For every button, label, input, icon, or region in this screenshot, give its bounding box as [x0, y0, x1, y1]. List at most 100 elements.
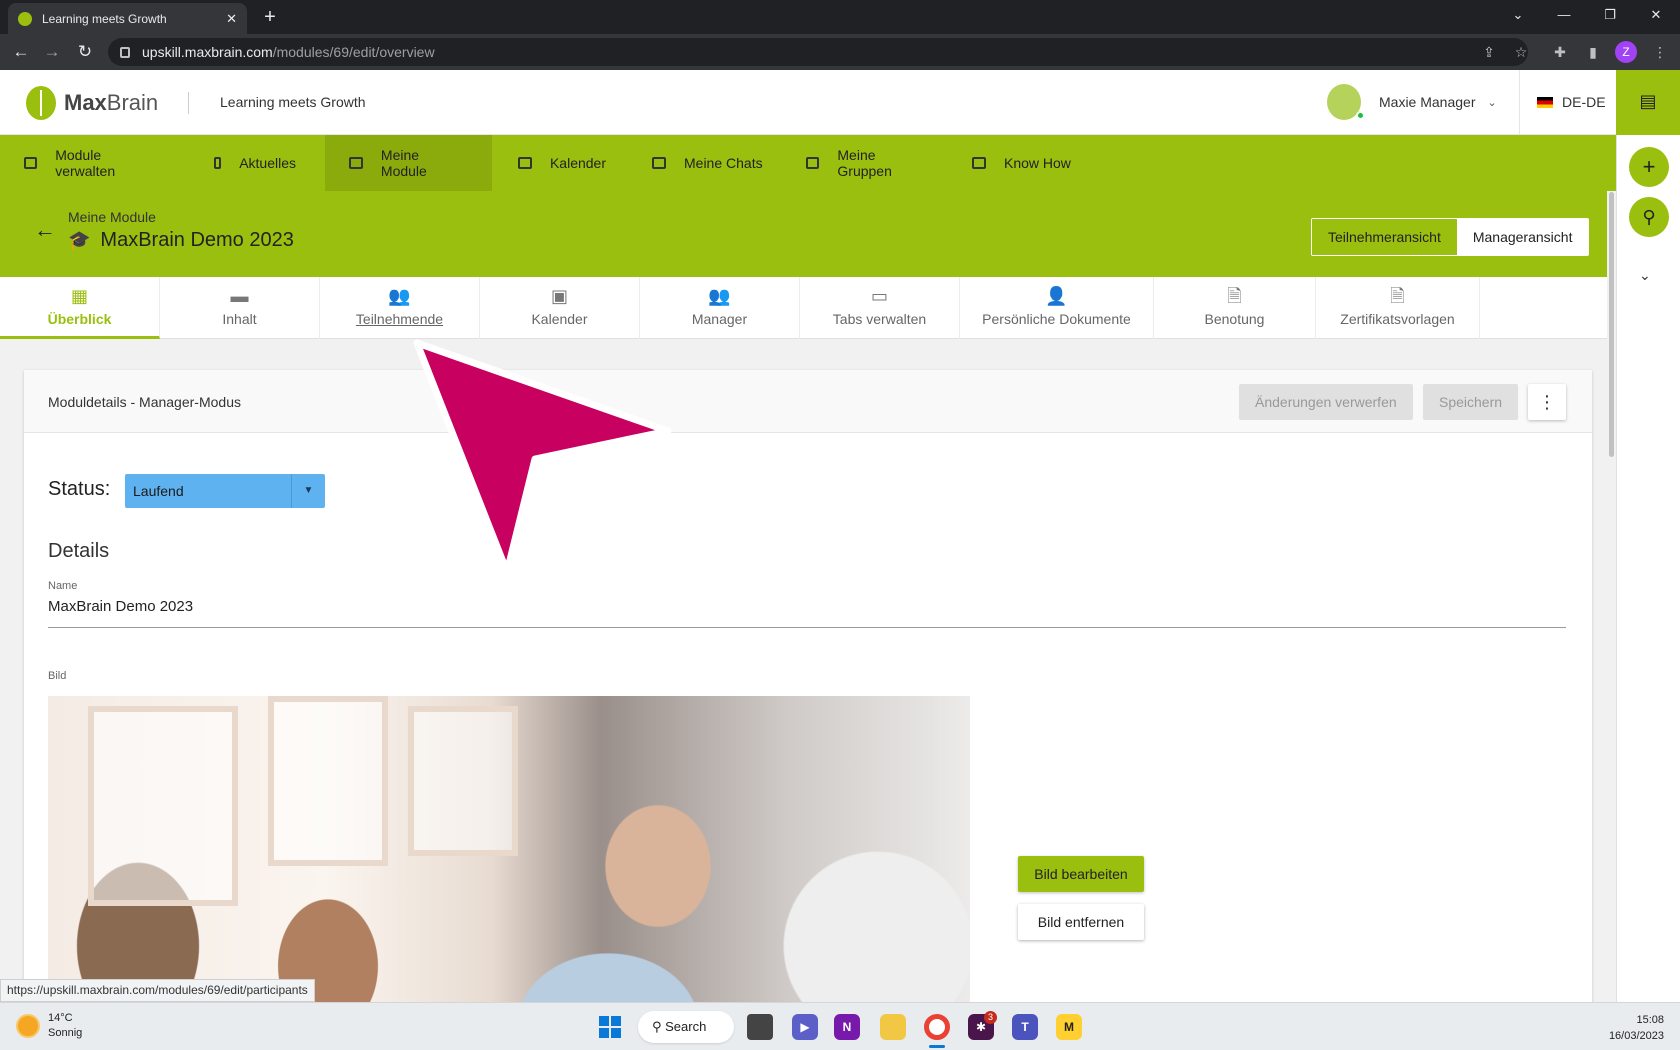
forward-icon[interactable]: →: [40, 40, 64, 64]
nav-meine-gruppen[interactable]: Meine Gruppen: [782, 135, 952, 191]
active-app-indicator: [929, 1045, 945, 1048]
tab-zertifikatsvorlagen[interactable]: 🗎 Zertifikatsvorlagen: [1316, 277, 1480, 339]
browser-tab-strip: Learning meets Growth ✕ + ⌄ — ❐ ✕: [0, 0, 1680, 34]
save-button[interactable]: Speichern: [1423, 384, 1519, 420]
browser-toolbar: ← → ↻ upskill.maxbrain.com/modules/69/ed…: [0, 34, 1680, 70]
photo-window: [268, 696, 388, 866]
details-heading: Details: [48, 540, 110, 562]
nav-label: Kalender: [549, 155, 606, 171]
nav-label: Meine Chats: [684, 155, 763, 171]
nav-label: Module verwalten: [55, 147, 116, 179]
minimize-icon[interactable]: —: [1544, 0, 1584, 30]
tab-ueberblick[interactable]: ▦ Überblick: [0, 277, 160, 339]
url-path: /modules/69/edit/overview: [272, 44, 435, 60]
nav-label: Meine Module: [380, 147, 427, 179]
chevron-down-icon: ⌄: [1487, 96, 1497, 109]
task-view-icon[interactable]: [747, 1014, 773, 1040]
tab-label: Zertifikatsvorlagen: [1340, 311, 1455, 327]
tab-label: Teilnehmende: [355, 311, 444, 327]
maxbrain-logo[interactable]: MaxBrain: [26, 86, 158, 120]
graduation-cap-icon: [349, 157, 363, 169]
search-icon: ⚲: [1642, 207, 1656, 227]
participant-view-button[interactable]: Teilnehmeransicht: [1312, 219, 1457, 255]
nav-meine-chats[interactable]: Meine Chats: [628, 135, 788, 191]
card-title: Moduldetails - Manager-Modus: [48, 394, 241, 410]
nav-kalender[interactable]: Kalender: [494, 135, 630, 191]
discard-changes-button[interactable]: Änderungen verwerfen: [1239, 384, 1413, 420]
extensions-icon[interactable]: ✚: [1546, 38, 1574, 66]
remove-image-button[interactable]: Bild entfernen: [1018, 904, 1144, 940]
onenote-icon[interactable]: N: [834, 1014, 860, 1040]
nav-know-how[interactable]: Know How: [948, 135, 1098, 191]
edit-image-button[interactable]: Bild bearbeiten: [1018, 856, 1144, 892]
folder-icon: ▬: [230, 286, 249, 306]
language-label: DE-DE: [1562, 94, 1606, 110]
tab-manager[interactable]: 👥 Manager: [640, 277, 800, 339]
weather-widget[interactable]: 14°C Sonnig: [18, 1011, 82, 1041]
tab-close-icon[interactable]: ✕: [226, 11, 237, 27]
side-panel-icon[interactable]: ▮: [1579, 38, 1607, 66]
user-menu[interactable]: Maxie Manager ⌄: [1327, 84, 1497, 120]
tab-persoenliche-dokumente[interactable]: 👤 Persönliche Dokumente: [960, 277, 1154, 339]
tab-search-icon[interactable]: ⌄: [1498, 0, 1538, 30]
browser-tab[interactable]: Learning meets Growth ✕: [8, 3, 247, 34]
dropdown-arrow-icon: ▼: [291, 474, 325, 508]
scrollbar-thumb[interactable]: [1609, 192, 1614, 457]
tab-label: Benotung: [1204, 311, 1265, 327]
tab-inhalt[interactable]: ▬ Inhalt: [160, 277, 320, 339]
tagline: Learning meets Growth: [220, 94, 366, 110]
temperature: 14°C: [48, 1012, 73, 1024]
taskbar-search[interactable]: ⚲ Search: [638, 1011, 734, 1043]
nav-aktuelles[interactable]: Aktuelles: [190, 135, 320, 191]
chrome-icon[interactable]: [924, 1014, 950, 1040]
nav-meine-module[interactable]: Meine Module: [325, 135, 492, 191]
address-bar[interactable]: upskill.maxbrain.com/modules/69/edit/ove…: [108, 38, 1528, 66]
browser-menu-icon[interactable]: ⋮: [1646, 38, 1674, 66]
logo-text-light: Brain: [106, 90, 159, 115]
back-icon[interactable]: ←: [9, 40, 33, 64]
tab-tabs-verwalten[interactable]: ▭ Tabs verwalten: [800, 277, 960, 339]
main-navigation: Module verwalten Aktuelles Meine Module …: [0, 135, 1616, 191]
tab-teilnehmende[interactable]: 👥 Teilnehmende: [320, 277, 480, 339]
name-field[interactable]: MaxBrain Demo 2023: [48, 598, 1566, 628]
back-arrow-icon[interactable]: ←: [34, 217, 56, 243]
add-button[interactable]: +: [1629, 147, 1669, 187]
restore-icon[interactable]: ❐: [1590, 0, 1630, 30]
chevron-down-icon[interactable]: ⌄: [1639, 267, 1651, 284]
view-toggle: Teilnehmeransicht Manageransicht: [1311, 218, 1590, 256]
nav-module-verwalten[interactable]: Module verwalten: [0, 135, 180, 191]
breadcrumb[interactable]: Meine Module: [68, 209, 156, 225]
tab-benotung[interactable]: 🗎 Benotung: [1154, 277, 1316, 339]
file-explorer-icon[interactable]: [880, 1014, 906, 1040]
briefcase-icon: [24, 157, 38, 169]
search-button[interactable]: ⚲: [1629, 197, 1669, 237]
system-clock[interactable]: 15:08 16/03/2023: [1598, 1012, 1664, 1044]
teams-icon[interactable]: T: [1012, 1014, 1038, 1040]
status-select[interactable]: Laufend ▼: [125, 474, 325, 508]
more-options-icon[interactable]: ⋮: [1528, 384, 1566, 420]
teams-chat-icon[interactable]: ▶: [792, 1014, 818, 1040]
language-selector[interactable]: DE-DE: [1537, 94, 1606, 110]
header-divider: [188, 92, 189, 114]
image-label: Bild: [48, 670, 67, 682]
calendar-icon: [518, 157, 532, 169]
person-doc-icon: 👤: [1045, 286, 1068, 306]
profile-avatar[interactable]: Z: [1615, 41, 1637, 63]
miro-icon[interactable]: M: [1056, 1014, 1082, 1040]
name-label: Name: [48, 580, 78, 592]
share-icon[interactable]: ⇪: [1475, 38, 1503, 66]
header-separator: [1519, 70, 1520, 135]
tab-kalender[interactable]: ▣ Kalender: [480, 277, 640, 339]
windows-start-icon[interactable]: [599, 1016, 621, 1038]
manager-view-button[interactable]: Manageransicht: [1456, 219, 1589, 255]
new-tab-button[interactable]: +: [258, 6, 282, 30]
close-window-icon[interactable]: ✕: [1636, 0, 1676, 30]
tab-label: Persönliche Dokumente: [982, 311, 1131, 327]
bookmark-star-icon[interactable]: ☆: [1507, 38, 1535, 66]
chat-button[interactable]: ▤: [1616, 70, 1680, 135]
calendar-icon: ▣: [550, 286, 568, 306]
status-label: Status:: [48, 478, 111, 500]
logo-text: MaxBrain: [64, 90, 158, 116]
reload-icon[interactable]: ↻: [73, 40, 97, 64]
windows-taskbar: 14°C Sonnig ⚲ Search ▶ N ✱ 3 T M 15:08 1…: [0, 1002, 1680, 1050]
